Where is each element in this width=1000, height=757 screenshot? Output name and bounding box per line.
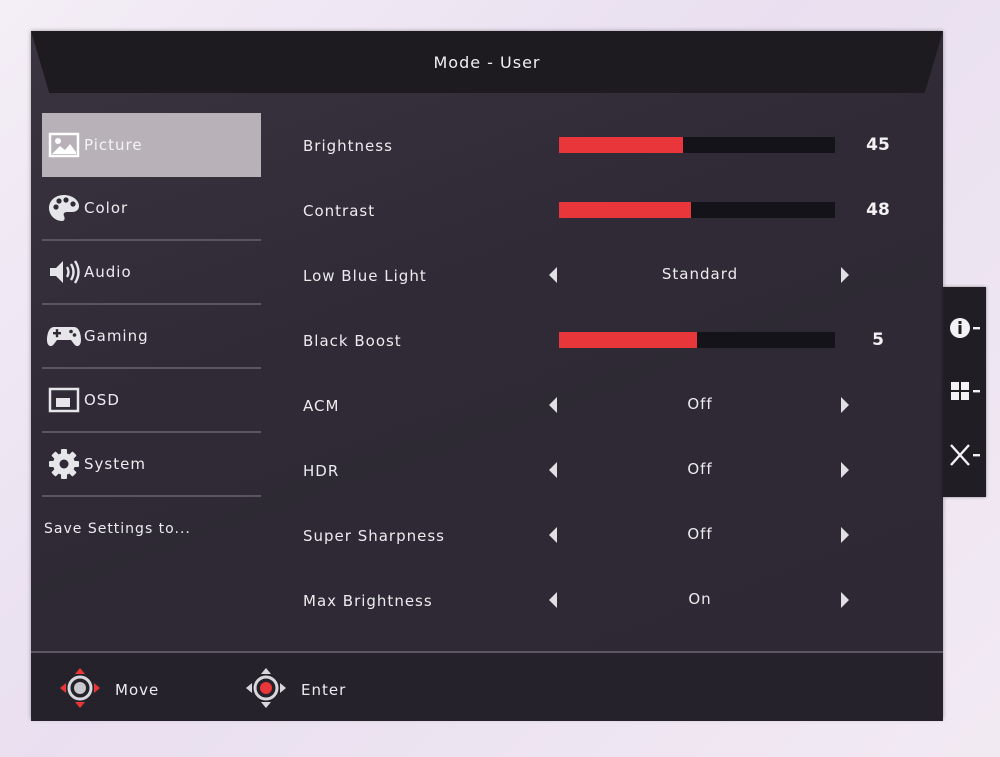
input-icon: [948, 379, 982, 407]
gear-icon: [46, 446, 82, 482]
contrast-label: Contrast: [303, 201, 376, 220]
arrow-left-icon[interactable]: [549, 267, 557, 283]
contrast-slider[interactable]: [559, 202, 835, 218]
sidebar-item-label: Gaming: [84, 327, 149, 345]
info-button[interactable]: [943, 300, 986, 360]
sidebar-item-gaming[interactable]: Gaming: [42, 305, 261, 369]
sidebar-item-label: Audio: [84, 263, 132, 281]
arrow-right-icon[interactable]: [841, 462, 849, 478]
save-settings-button[interactable]: Save Settings to...: [42, 497, 261, 561]
enter-dpad-icon: [245, 667, 287, 713]
brightness-value: 45: [866, 135, 890, 155]
enter-label: Enter: [301, 681, 347, 699]
black-boost-fill: [559, 332, 697, 348]
acm-label: ACM: [303, 396, 340, 415]
sidebar-item-picture[interactable]: Picture: [42, 113, 261, 177]
arrow-right-icon[interactable]: [841, 267, 849, 283]
setting-black-boost[interactable]: Black Boost 5: [303, 308, 923, 373]
hdr-label: HDR: [303, 461, 340, 480]
sidebar-item-label: System: [84, 455, 146, 473]
sidebar-item-label: Picture: [84, 136, 143, 154]
palette-icon: [46, 190, 82, 226]
picture-icon: [46, 127, 82, 163]
sidebar-item-osd[interactable]: OSD: [42, 369, 261, 433]
arrow-left-icon[interactable]: [549, 527, 557, 543]
acm-value: Off: [687, 395, 713, 413]
sidebar-item-color[interactable]: Color: [42, 177, 261, 241]
arrow-left-icon[interactable]: [549, 592, 557, 608]
osd-icon: [46, 382, 82, 418]
input-button[interactable]: [943, 363, 986, 423]
setting-contrast[interactable]: Contrast 48: [303, 178, 923, 243]
super-sharpness-label: Super Sharpness: [303, 526, 445, 545]
enter-hint: Enter: [245, 667, 346, 713]
black-boost-value: 5: [872, 330, 884, 350]
arrow-right-icon[interactable]: [841, 397, 849, 413]
super-sharpness-value: Off: [687, 525, 713, 543]
contrast-value: 48: [866, 200, 890, 220]
hdr-value: Off: [687, 460, 713, 478]
black-boost-label: Black Boost: [303, 331, 402, 350]
close-button[interactable]: [943, 427, 986, 487]
arrow-right-icon[interactable]: [841, 592, 849, 608]
settings-list: Brightness 45 Contrast 48 Low Blue Light…: [303, 113, 923, 633]
gamepad-icon: [46, 318, 82, 354]
close-icon: [948, 443, 982, 471]
max-brightness-label: Max Brightness: [303, 591, 433, 610]
setting-super-sharpness[interactable]: Super Sharpness Off: [303, 503, 923, 568]
move-dpad-icon: [59, 667, 101, 713]
hotkey-panel: [943, 287, 986, 497]
setting-brightness[interactable]: Brightness 45: [303, 113, 923, 178]
arrow-left-icon[interactable]: [549, 397, 557, 413]
sidebar: Picture Color Audio Gaming OSD System Sa…: [42, 113, 261, 561]
sidebar-item-audio[interactable]: Audio: [42, 241, 261, 305]
contrast-fill: [559, 202, 692, 218]
sidebar-item-system[interactable]: System: [42, 433, 261, 497]
brightness-fill: [559, 137, 684, 153]
arrow-left-icon[interactable]: [549, 462, 557, 478]
mode-title: Mode - User: [433, 52, 541, 72]
setting-hdr[interactable]: HDR Off: [303, 438, 923, 503]
move-label: Move: [115, 681, 160, 699]
low-blue-light-value: Standard: [661, 265, 739, 283]
max-brightness-value: On: [688, 590, 712, 608]
osd-window: Mode - User Picture Color Audio Gaming O…: [31, 31, 943, 721]
brightness-slider[interactable]: [559, 137, 835, 153]
move-hint: Move: [59, 667, 159, 713]
sidebar-item-label: OSD: [84, 391, 120, 409]
osd-footer: Move Enter: [31, 651, 943, 721]
setting-acm[interactable]: ACM Off: [303, 373, 923, 438]
sidebar-item-label: Color: [84, 199, 129, 217]
black-boost-slider[interactable]: [559, 332, 835, 348]
brightness-label: Brightness: [303, 136, 393, 155]
osd-header: Mode - User: [31, 31, 943, 93]
speaker-icon: [46, 254, 82, 290]
low-blue-light-label: Low Blue Light: [303, 266, 427, 285]
setting-max-brightness[interactable]: Max Brightness On: [303, 568, 923, 633]
arrow-right-icon[interactable]: [841, 527, 849, 543]
info-icon: [948, 316, 982, 344]
setting-low-blue-light[interactable]: Low Blue Light Standard: [303, 243, 923, 308]
